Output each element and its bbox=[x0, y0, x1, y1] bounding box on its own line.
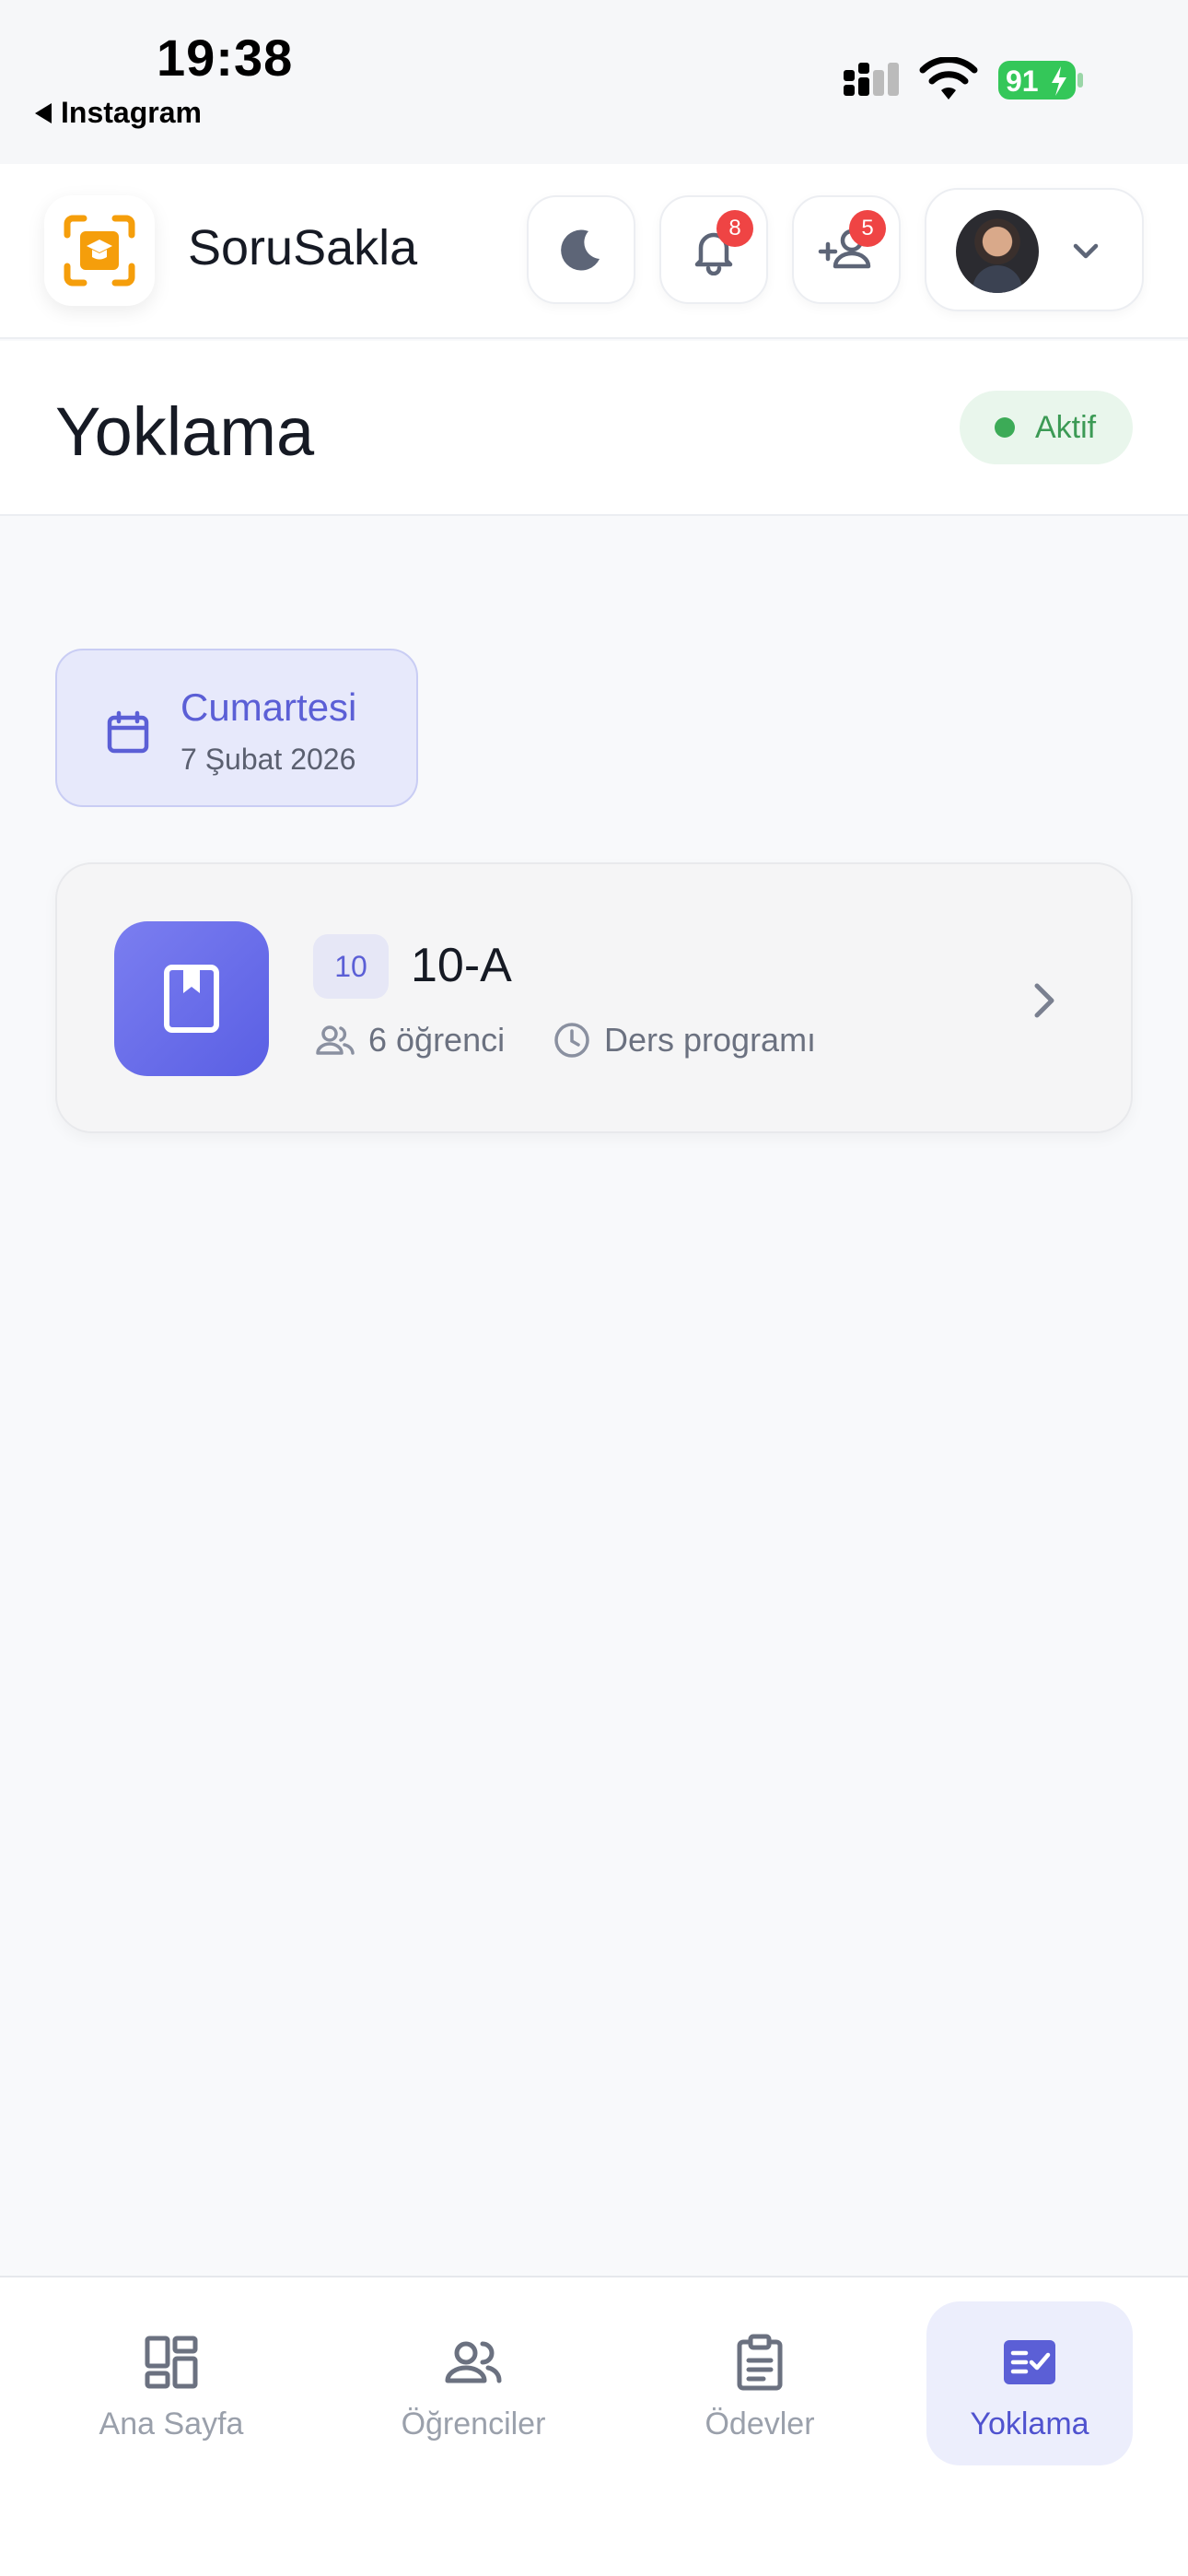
grade-badge: 10 bbox=[313, 934, 389, 999]
bottom-navigation: Ana Sayfa Öğrenciler Ödevler Yoklama bbox=[0, 2276, 1188, 2576]
book-icon bbox=[164, 965, 219, 1033]
checklist-icon bbox=[1004, 2340, 1055, 2384]
nav-label-attendance: Yoklama bbox=[970, 2406, 1089, 2441]
date-day: Cumartesi bbox=[181, 685, 357, 729]
avatar bbox=[956, 210, 1039, 293]
brand-name: SoruSakla bbox=[188, 220, 418, 275]
page-title-section: Yoklama Aktif bbox=[0, 341, 1188, 516]
nav-item-students[interactable]: Öğrenciler bbox=[383, 2301, 564, 2465]
chevron-right-icon bbox=[1034, 983, 1054, 1018]
class-name: 10-A bbox=[411, 939, 512, 992]
schedule-link[interactable]: Ders programı bbox=[553, 1021, 816, 1060]
battery-icon: 91 bbox=[998, 61, 1083, 100]
dashboard-icon bbox=[145, 2336, 198, 2389]
student-count: 6 öğrenci bbox=[315, 1021, 505, 1060]
calendar-icon bbox=[107, 710, 149, 754]
wifi-icon bbox=[919, 57, 978, 100]
date-full: 7 Şubat 2026 bbox=[181, 743, 356, 776]
clipboard-icon bbox=[737, 2334, 783, 2391]
nav-item-attendance[interactable]: Yoklama bbox=[926, 2301, 1133, 2465]
nav-label-students: Öğrenciler bbox=[401, 2406, 546, 2441]
date-card[interactable]: Cumartesi 7 Şubat 2026 bbox=[55, 649, 418, 807]
notifications-badge: 8 bbox=[716, 210, 753, 247]
student-count-label: 6 öğrenci bbox=[368, 1021, 506, 1059]
schedule-label: Ders programı bbox=[604, 1021, 817, 1059]
users-icon bbox=[316, 1025, 355, 1055]
friend-requests-badge: 5 bbox=[849, 210, 886, 247]
users-icon bbox=[445, 2341, 502, 2383]
nav-item-homework[interactable]: Ödevler bbox=[681, 2301, 838, 2465]
status-badge: Aktif bbox=[960, 391, 1133, 464]
page-title: Yoklama bbox=[55, 393, 315, 470]
status-dot bbox=[995, 417, 1015, 438]
class-book-icon-box bbox=[114, 921, 269, 1076]
moon-icon bbox=[561, 229, 600, 271]
back-to-app-link[interactable]: Instagram bbox=[35, 96, 202, 130]
dark-mode-toggle[interactable] bbox=[527, 195, 635, 304]
nav-label-home: Ana Sayfa bbox=[99, 2406, 244, 2441]
class-card[interactable]: 10 10-A 6 öğrenci Ders programı bbox=[55, 862, 1133, 1133]
clock-icon bbox=[554, 1023, 589, 1058]
nav-label-homework: Ödevler bbox=[705, 2406, 815, 2441]
status-bar: 19:38 Instagram 91 bbox=[0, 0, 1188, 164]
nav-item-home[interactable]: Ana Sayfa bbox=[88, 2301, 254, 2465]
status-badge-label: Aktif bbox=[1035, 409, 1097, 445]
logo-scan-icon bbox=[64, 215, 135, 287]
app-header: SoruSakla 8 5 bbox=[0, 164, 1188, 339]
app-logo[interactable] bbox=[44, 195, 155, 306]
notifications-button[interactable]: 8 bbox=[659, 195, 768, 304]
chevron-down-icon bbox=[1073, 243, 1099, 259]
back-arrow-icon bbox=[35, 102, 52, 123]
profile-menu-button[interactable] bbox=[925, 188, 1144, 311]
battery-level: 91 bbox=[1006, 64, 1039, 98]
back-app-label: Instagram bbox=[61, 96, 202, 129]
cellular-signal-icon bbox=[844, 63, 899, 96]
status-time: 19:38 bbox=[157, 29, 294, 87]
friend-requests-button[interactable]: 5 bbox=[792, 195, 901, 304]
